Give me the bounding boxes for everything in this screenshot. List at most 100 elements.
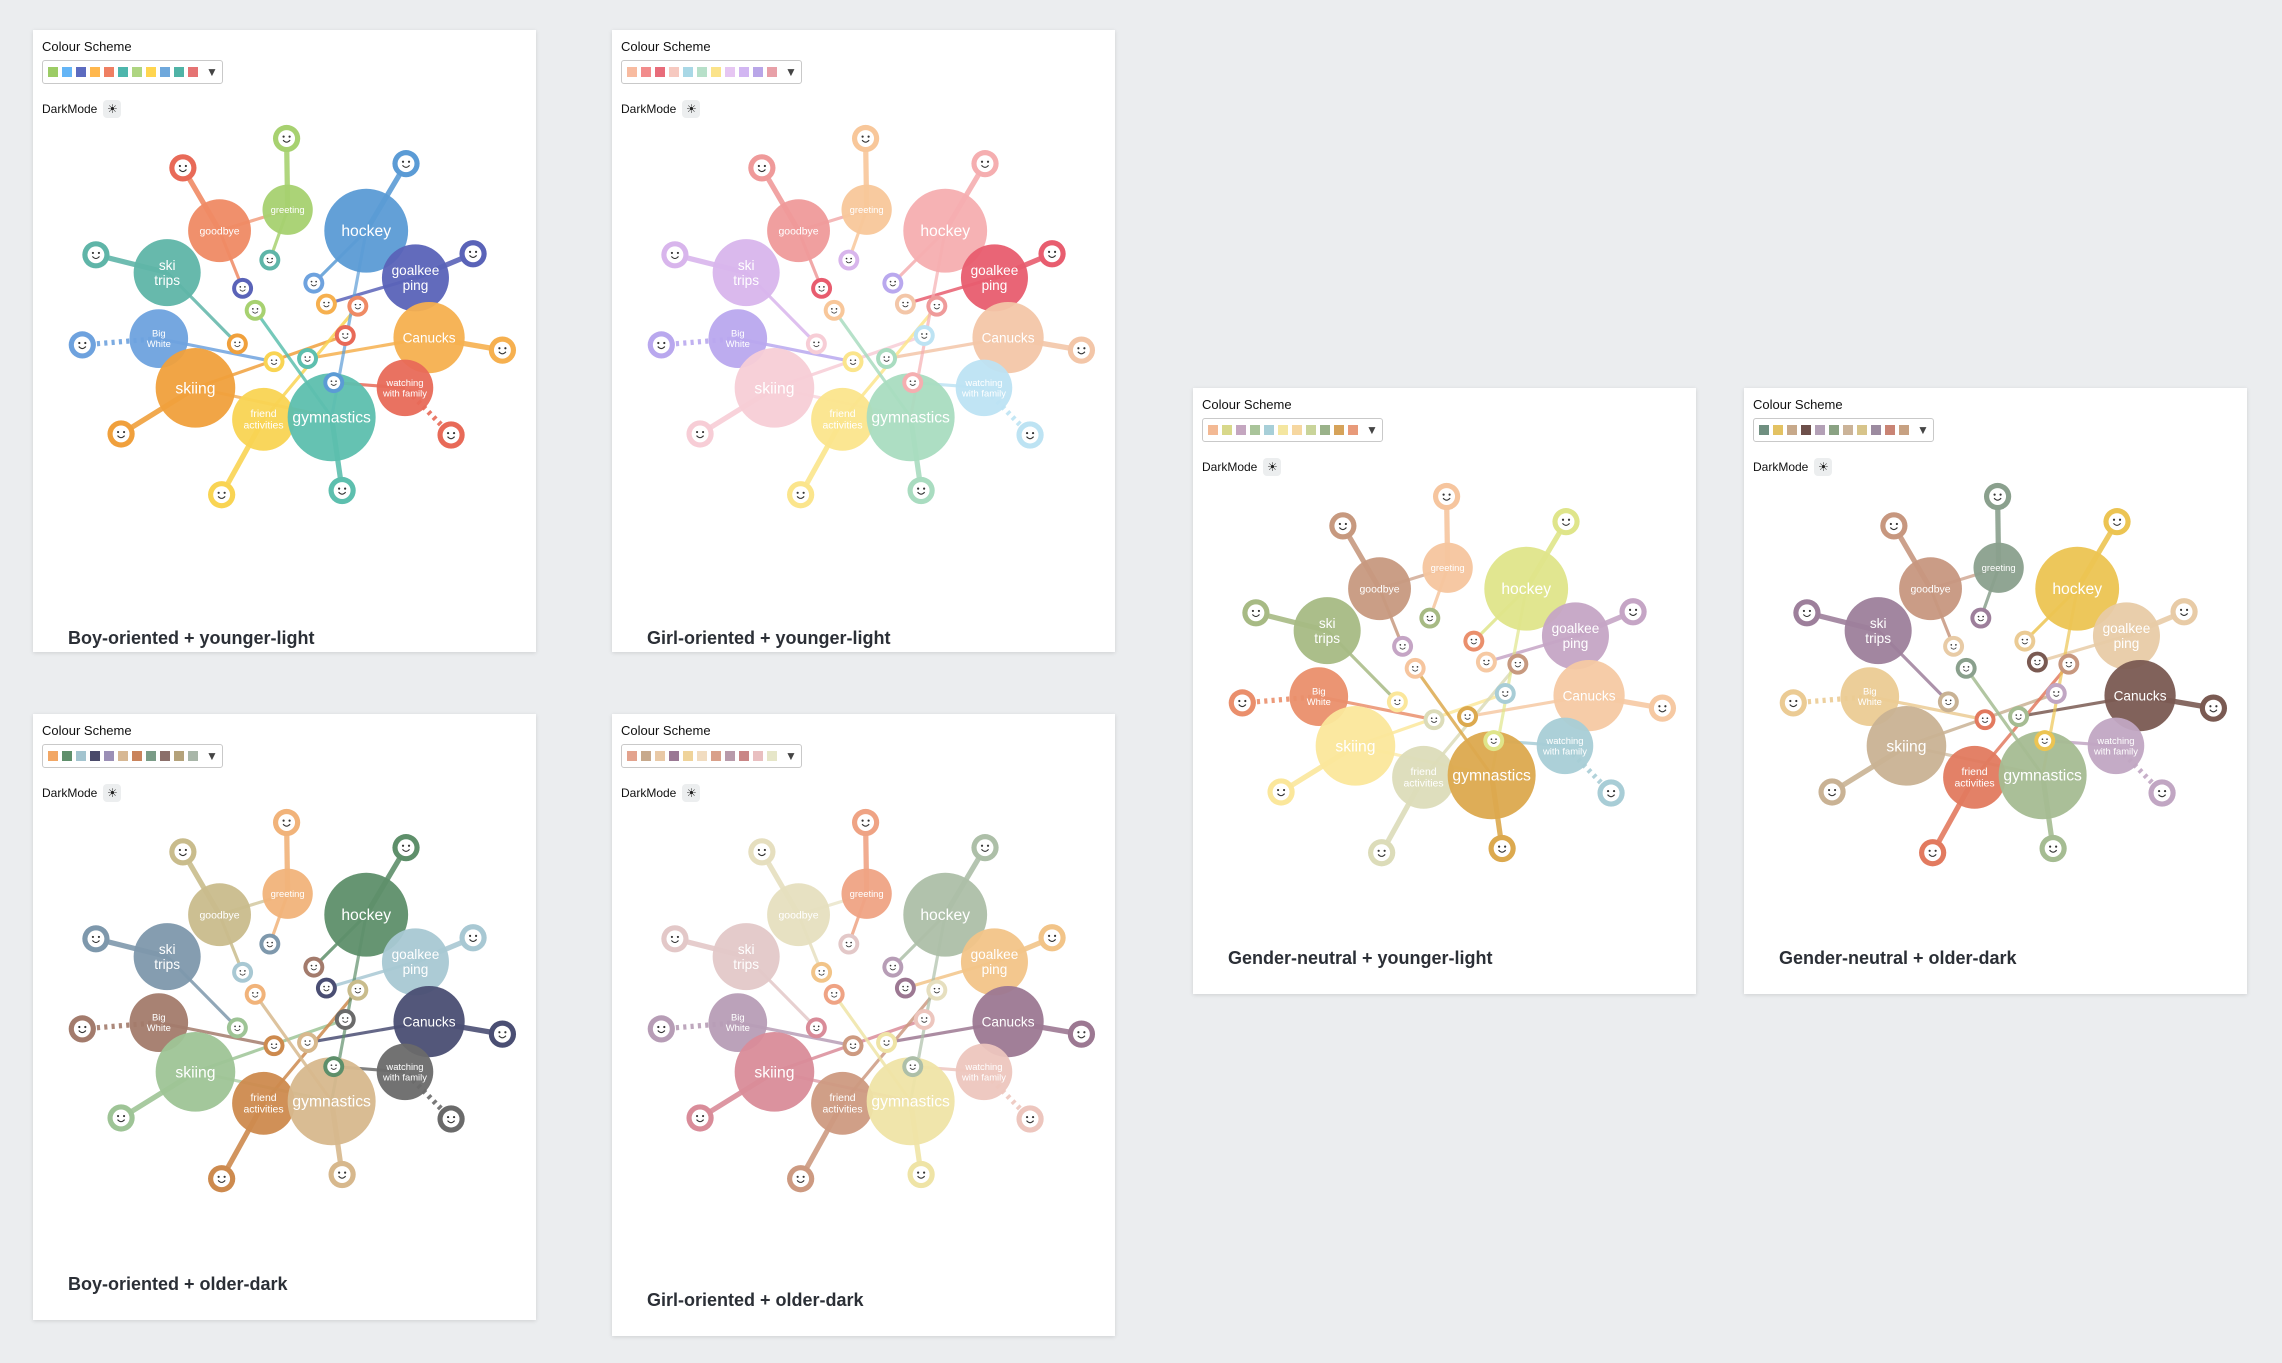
topic-node-watching-with-family[interactable]: watching with family [955, 1043, 1013, 1101]
topic-node-friend-activities[interactable]: friend activities [1392, 745, 1455, 809]
topic-label-line: ski [738, 942, 755, 957]
topic-node-goodbye[interactable]: goodbye [1899, 557, 1962, 621]
topic-node-ski-trips[interactable]: ski trips [712, 923, 780, 991]
colour-swatch [146, 67, 156, 77]
emoji-eye [670, 935, 674, 938]
colour-swatch [76, 67, 86, 77]
topic-node-watching-with-family[interactable]: watching with family [376, 359, 434, 417]
topic-node-goalkeeping[interactable]: goalkee ping [960, 928, 1028, 996]
topic-node-goalkeeping[interactable]: goalkee ping [1541, 602, 1609, 670]
emoji-eye [818, 286, 821, 288]
topic-node-watching-with-family[interactable]: watching with family [2087, 717, 2145, 775]
topic-node-friend-activities[interactable]: friend activities [811, 387, 874, 451]
topic-label: skiing [1335, 738, 1375, 755]
emoji-face [2044, 840, 2062, 857]
topic-node-goodbye[interactable]: goodbye [188, 199, 251, 263]
colour-scheme-dropdown[interactable]: ▼ [42, 60, 223, 84]
emoji-leaf-node [68, 1015, 96, 1043]
emoji-eye [116, 1114, 120, 1118]
topic-node-watching-with-family[interactable]: watching with family [1536, 717, 1594, 775]
emoji-eye [1981, 717, 1984, 720]
topic-label-line: watching [964, 377, 1002, 388]
topic-node-goodbye[interactable]: goodbye [767, 199, 830, 263]
topic-label: greeting [1982, 562, 2016, 573]
mini-emoji-node [347, 295, 369, 317]
colour-swatch [1292, 425, 1302, 435]
colour-scheme-dropdown[interactable]: ▼ [42, 744, 223, 768]
colour-swatch [697, 67, 707, 77]
topic-node-ski-trips[interactable]: ski trips [1844, 597, 1912, 665]
topic-node-watching-with-family[interactable]: watching with family [376, 1043, 434, 1101]
mini-emoji-node [347, 979, 369, 1001]
colour-swatch [1334, 425, 1344, 435]
emoji-eye [902, 985, 904, 988]
emoji-eye [1514, 661, 1517, 664]
topic-node-skiing[interactable]: skiing [155, 348, 236, 428]
emoji-eye [354, 987, 357, 990]
topic-graph: goodbye greeting hockey goalkee ping ski trips… [1779, 482, 2228, 867]
emoji-eye [796, 1175, 799, 1178]
topic-node-goodbye[interactable]: goodbye [1348, 557, 1411, 621]
emoji-eye [323, 301, 325, 304]
emoji-leaf-node [208, 481, 236, 509]
topic-label: hockey [920, 223, 970, 240]
topic-node-goalkeeping[interactable]: goalkee ping [381, 928, 449, 996]
topic-node-ski-trips[interactable]: ski trips [712, 239, 780, 307]
topic-node-goalkeeping[interactable]: goalkee ping [381, 244, 449, 312]
emoji-eye [817, 341, 820, 344]
topic-node-goodbye[interactable]: goodbye [767, 883, 830, 947]
colour-scheme-dropdown[interactable]: ▼ [1202, 418, 1383, 442]
emoji-leaf-node [1648, 694, 1677, 722]
emoji-eye [1504, 845, 1507, 848]
colour-swatch [104, 67, 114, 77]
topic-node-friend-activities[interactable]: friend activities [232, 387, 295, 451]
topic-node-greeting[interactable]: greeting [841, 184, 892, 235]
topic-node-skiing[interactable]: skiing [155, 1032, 236, 1112]
topic-node-ski-trips[interactable]: ski trips [133, 923, 201, 991]
topic-label: goodbye [778, 226, 818, 237]
topic-node-goodbye[interactable]: goodbye [188, 883, 251, 947]
topic-node-friend-activities[interactable]: friend activities [811, 1071, 874, 1135]
topic-node-friend-activities[interactable]: friend activities [1943, 745, 2006, 809]
panel-caption: Boy-oriented + older-dark [68, 1274, 288, 1294]
colour-swatch [669, 751, 679, 761]
panel-caption: Gender-neutral + older-dark [1779, 948, 2017, 968]
topic-node-greeting[interactable]: greeting [1422, 542, 1473, 593]
emoji-leaf-node [169, 838, 197, 866]
topic-node-greeting[interactable]: greeting [262, 868, 313, 919]
topic-label-line: ping [2114, 636, 2140, 651]
emoji-eye [1282, 788, 1286, 792]
topic-node-ski-trips[interactable]: ski trips [1293, 597, 1361, 665]
mini-emoji-node [842, 1035, 864, 1057]
emoji-eye [338, 1171, 341, 1174]
colour-swatch [725, 751, 735, 761]
topic-node-ski-trips[interactable]: ski trips [133, 239, 201, 307]
emoji-eye [244, 970, 246, 972]
emoji-leaf-node [82, 925, 110, 953]
topic-label-line: Big [152, 328, 166, 339]
emoji-face [846, 1039, 860, 1053]
topic-node-goalkeeping[interactable]: goalkee ping [2092, 602, 2160, 670]
topic-node-skiing[interactable]: skiing [1866, 706, 1947, 786]
emoji-leaf-node [1779, 689, 1807, 717]
topic-node-goalkeeping[interactable]: goalkee ping [960, 244, 1028, 312]
topic-node-greeting[interactable]: greeting [262, 184, 313, 235]
topic-node-skiing[interactable]: skiing [1315, 706, 1396, 786]
topic-label-line: ski [738, 258, 755, 273]
topic-node-greeting[interactable]: greeting [841, 868, 892, 919]
topic-label: Canucks [982, 1014, 1035, 1029]
topic-node-watching-with-family[interactable]: watching with family [955, 359, 1013, 417]
colour-scheme-dropdown[interactable]: ▼ [621, 60, 802, 84]
emoji-face [912, 482, 930, 499]
topic-node-greeting[interactable]: greeting [1973, 542, 2024, 593]
emoji-face [1989, 488, 2007, 505]
topic-node-skiing[interactable]: skiing [734, 348, 815, 428]
colour-scheme-dropdown[interactable]: ▼ [1753, 418, 1934, 442]
emoji-face [319, 297, 333, 311]
emoji-face [1624, 603, 1642, 621]
topic-node-skiing[interactable]: skiing [734, 1032, 815, 1112]
topic-node-friend-activities[interactable]: friend activities [232, 1071, 295, 1135]
colour-scheme-dropdown[interactable]: ▼ [621, 744, 802, 768]
emoji-eye [914, 1064, 916, 1066]
emoji-eye [310, 280, 313, 283]
